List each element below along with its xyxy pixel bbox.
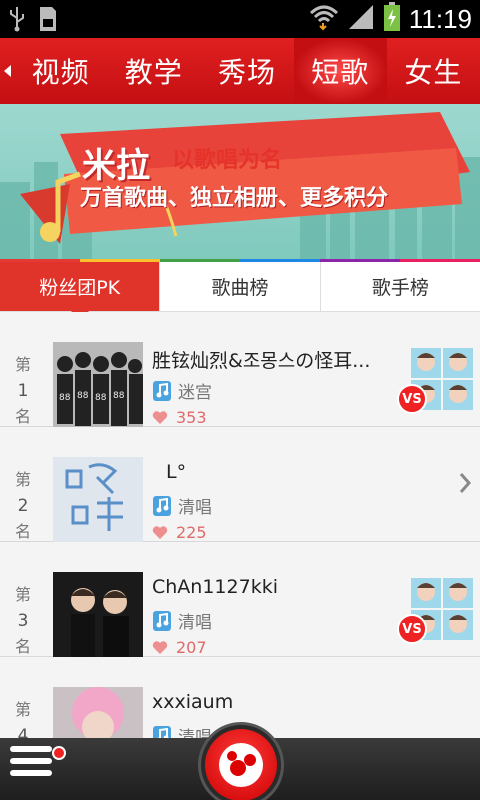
rank-label: 第2名	[14, 470, 31, 541]
likes-info: 207	[152, 638, 207, 657]
tab-girls[interactable]: 女生	[387, 38, 480, 104]
tab-fan-club-pk[interactable]: 粉丝团PK	[0, 262, 161, 320]
likes-info: 225	[152, 523, 207, 542]
banner-slogan: 以歌唱为名	[172, 148, 283, 173]
song-title: 清唱	[178, 498, 212, 518]
likes-count: 225	[176, 523, 207, 542]
sing-button[interactable]	[198, 722, 284, 800]
heart-icon	[152, 641, 168, 654]
signal-icon	[347, 3, 375, 35]
music-note-icon	[153, 495, 171, 516]
avatar	[53, 572, 143, 662]
vs-badge: VS	[397, 384, 427, 414]
banner-subtitle: 万首歌曲、独立相册、更多积分	[80, 186, 389, 211]
rank-label: 第1名	[14, 355, 31, 426]
tab-short-song[interactable]: 短歌	[293, 38, 387, 104]
scroll-left-arrow-icon[interactable]	[0, 38, 14, 104]
fan-club-name: L°	[166, 461, 187, 483]
heart-icon	[152, 526, 168, 539]
avatar	[53, 457, 143, 547]
tab-video[interactable]: 视频	[14, 38, 107, 104]
list-item[interactable]: 第3名 ChAn1127kki 清唱 207 VS	[0, 542, 480, 662]
svg-text:88: 88	[77, 391, 89, 401]
svg-text:88: 88	[113, 391, 125, 401]
vs-opponents[interactable]: VS	[397, 348, 473, 414]
svg-text:88: 88	[95, 393, 107, 403]
clock-time: 11:19	[408, 3, 472, 34]
avatar: 88 88 88 88	[53, 342, 143, 432]
menu-icon[interactable]	[10, 746, 52, 790]
ranking-tabs: 粉丝团PK 歌曲榜 歌手榜	[0, 262, 480, 320]
status-bar: 11:19	[0, 0, 480, 38]
music-note-icon	[153, 380, 171, 401]
promo-banner[interactable]: 米拉 以歌唱为名 万首歌曲、独立相册、更多积分	[0, 104, 480, 262]
vs-opponents[interactable]: VS	[397, 578, 473, 644]
tab-teaching[interactable]: 教学	[107, 38, 200, 104]
sd-card-icon	[36, 5, 58, 37]
song-info: 迷宫	[152, 378, 212, 403]
likes-info: 353	[152, 408, 207, 427]
microphone-icon	[219, 743, 263, 787]
wifi-icon	[309, 3, 339, 35]
battery-icon	[383, 2, 401, 36]
likes-count: 207	[176, 638, 207, 657]
song-title: 迷宫	[178, 383, 212, 403]
tab-show[interactable]: 秀场	[200, 38, 293, 104]
fan-club-name: 胜铉灿烈&조몽스の怪耳...	[152, 350, 371, 372]
song-info: 清唱	[152, 493, 212, 518]
fan-club-name: xxxiaum	[152, 691, 234, 713]
song-info: 清唱	[152, 608, 212, 633]
heart-icon	[152, 411, 168, 424]
tab-singer-chart[interactable]: 歌手榜	[321, 262, 480, 311]
usb-icon	[8, 6, 26, 36]
rank-label: 第3名	[14, 585, 31, 656]
list-item[interactable]: 第1名 88 88 88 88 胜铉灿烈&조몽스の怪耳... 迷宫 353 VS	[0, 312, 480, 432]
notification-dot	[52, 746, 66, 760]
song-title: 清唱	[178, 613, 212, 633]
category-tab-bar: 视频 教学 秀场 短歌 女生	[0, 38, 480, 104]
chevron-right-icon[interactable]	[458, 471, 472, 495]
likes-count: 353	[176, 408, 207, 427]
vs-badge: VS	[397, 614, 427, 644]
fan-club-name: ChAn1127kki	[152, 576, 278, 598]
music-note-icon	[153, 610, 171, 631]
tab-song-chart[interactable]: 歌曲榜	[160, 262, 321, 311]
svg-text:88: 88	[59, 393, 71, 403]
list-item[interactable]: 第2名 L° 清唱 225	[0, 427, 480, 547]
ranking-list: 第1名 88 88 88 88 胜铉灿烈&조몽스の怪耳... 迷宫 353 VS…	[0, 312, 480, 777]
